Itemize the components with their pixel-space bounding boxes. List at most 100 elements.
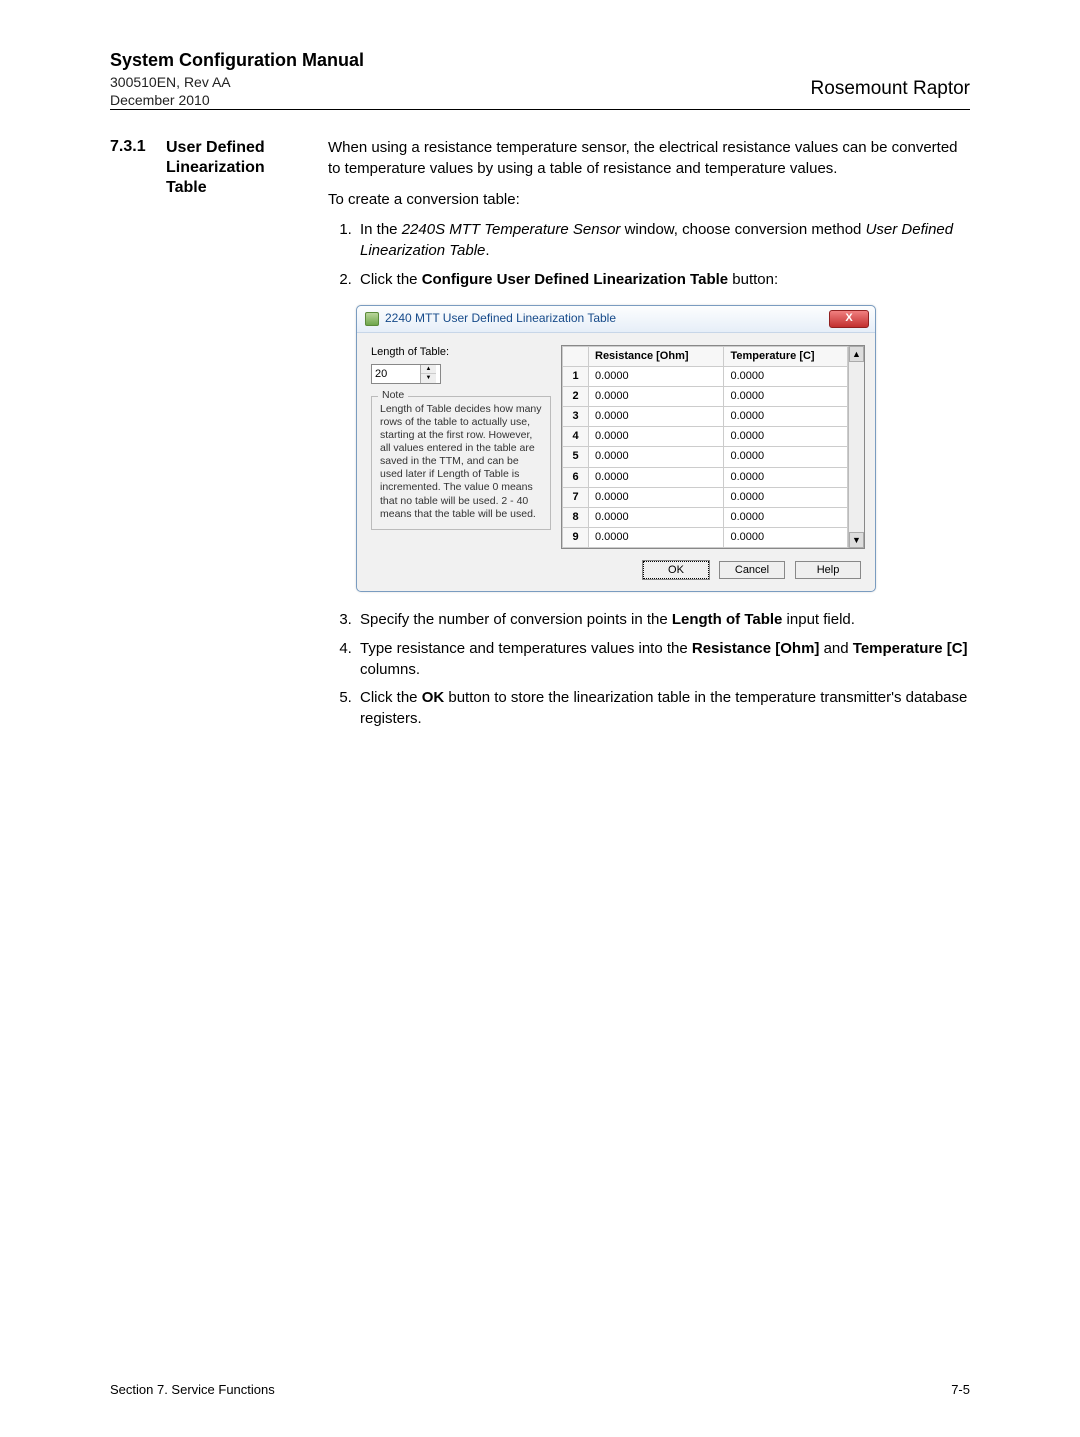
note-box: Note Length of Table decides how many ro… [371,396,551,530]
temperature-cell[interactable]: 0.0000 [724,407,848,427]
step4-text-a: Type resistance and temperatures values … [360,640,692,657]
resistance-cell[interactable]: 0.0000 [589,467,724,487]
step-4: Type resistance and temperatures values … [356,639,970,680]
step1-text-c: window, choose conversion method [620,221,865,238]
step1-text-e: . [485,242,489,259]
doc-title: System Configuration Manual [110,50,364,71]
dialog-titlebar[interactable]: 2240 MTT User Defined Linearization Tabl… [357,306,875,333]
row-index: 5 [563,447,589,467]
step1-text-a: In the [360,221,402,238]
table-row: 50.00000.0000 [563,447,848,467]
temperature-cell[interactable]: 0.0000 [724,528,848,548]
spin-down-icon[interactable]: ▼ [421,374,436,383]
temperature-cell[interactable]: 0.0000 [724,447,848,467]
spin-up-icon[interactable]: ▲ [421,365,436,375]
step5-text-a: Click the [360,689,422,706]
resistance-cell[interactable]: 0.0000 [589,528,724,548]
app-icon [365,312,379,326]
step-3: Specify the number of conversion points … [356,610,970,631]
temperature-cell[interactable]: 0.0000 [724,427,848,447]
dialog-screenshot: 2240 MTT User Defined Linearization Tabl… [356,305,970,593]
table-row: 60.00000.0000 [563,467,848,487]
temperature-cell[interactable]: 0.0000 [724,467,848,487]
step2-text-a: Click the [360,271,422,288]
table-header-row: Resistance [Ohm] Temperature [C] [563,346,848,366]
step3-bold-b: Length of Table [672,611,783,628]
step3-text-a: Specify the number of conversion points … [360,611,672,628]
row-index: 8 [563,507,589,527]
temperature-cell[interactable]: 0.0000 [724,386,848,406]
section-title-line3: Table [166,179,207,196]
brand-name: Rosemount Raptor [811,78,970,100]
step3-text-c: input field. [782,611,855,628]
step4-bold-d: Temperature [C] [853,640,968,657]
row-index: 1 [563,366,589,386]
table-row: 10.00000.0000 [563,366,848,386]
note-legend: Note [378,389,408,402]
resistance-cell[interactable]: 0.0000 [589,487,724,507]
step4-text-c: and [819,640,852,657]
row-index: 3 [563,407,589,427]
step-2: Click the Configure User Defined Lineari… [356,270,970,291]
section-title-line1: User Defined [166,139,265,156]
lead-in: To create a conversion table: [328,190,970,211]
header-rule [110,109,970,110]
row-index: 4 [563,427,589,447]
section-heading: 7.3.1 User Defined Linearization Table [110,138,300,739]
table-row: 70.00000.0000 [563,487,848,507]
table-row: 20.00000.0000 [563,386,848,406]
close-icon[interactable]: X [829,310,869,328]
scroll-down-icon[interactable]: ▼ [849,532,864,548]
col-index [563,346,589,366]
table-row: 80.00000.0000 [563,507,848,527]
length-of-table-input[interactable] [372,365,420,383]
row-index: 6 [563,467,589,487]
resistance-cell[interactable]: 0.0000 [589,507,724,527]
header-right: Rosemount Raptor [811,50,970,100]
step5-bold-b: OK [422,689,445,706]
help-button[interactable]: Help [795,561,861,579]
table-scrollbar[interactable]: ▲ ▼ [848,346,864,549]
step-1: In the 2240S MTT Temperature Sensor wind… [356,220,970,261]
row-index: 9 [563,528,589,548]
ok-button[interactable]: OK [643,561,709,579]
row-index: 7 [563,487,589,507]
header-left: System Configuration Manual 300510EN, Re… [110,50,364,109]
row-index: 2 [563,386,589,406]
resistance-cell[interactable]: 0.0000 [589,427,724,447]
temperature-cell[interactable]: 0.0000 [724,487,848,507]
step4-text-e: columns. [360,661,420,678]
section-title-line2: Linearization [166,159,265,176]
note-text: Length of Table decides how many rows of… [380,403,542,520]
resistance-cell[interactable]: 0.0000 [589,447,724,467]
dialog-title: 2240 MTT User Defined Linearization Tabl… [385,310,829,327]
linearization-table: Resistance [Ohm] Temperature [C] 10.0000… [561,345,865,550]
scroll-up-icon[interactable]: ▲ [849,346,864,362]
step5-text-c: button to store the linearization table … [360,689,967,727]
table-row: 30.00000.0000 [563,407,848,427]
resistance-cell[interactable]: 0.0000 [589,407,724,427]
section-title: User Defined Linearization Table [166,138,265,739]
doc-date: December 2010 [110,91,364,109]
step1-italic-b: 2240S MTT Temperature Sensor [402,221,621,238]
section-number: 7.3.1 [110,138,156,739]
step4-bold-b: Resistance [Ohm] [692,640,820,657]
step2-text-c: button: [728,271,778,288]
col-temperature: Temperature [C] [724,346,848,366]
main-column: When using a resistance temperature sens… [328,138,970,739]
doc-id: 300510EN, Rev AA [110,73,364,91]
linearization-dialog: 2240 MTT User Defined Linearization Tabl… [356,305,876,593]
length-of-table-spinner[interactable]: ▲ ▼ [371,364,441,384]
temperature-cell[interactable]: 0.0000 [724,507,848,527]
step2-bold-b: Configure User Defined Linearization Tab… [422,271,728,288]
step-5: Click the OK button to store the lineari… [356,688,970,729]
col-resistance: Resistance [Ohm] [589,346,724,366]
page-number: 7-5 [951,1382,970,1397]
resistance-cell[interactable]: 0.0000 [589,386,724,406]
length-of-table-label: Length of Table: [371,345,551,360]
footer-section: Section 7. Service Functions [110,1382,275,1397]
temperature-cell[interactable]: 0.0000 [724,366,848,386]
resistance-cell[interactable]: 0.0000 [589,366,724,386]
cancel-button[interactable]: Cancel [719,561,785,579]
table-row: 90.00000.0000 [563,528,848,548]
